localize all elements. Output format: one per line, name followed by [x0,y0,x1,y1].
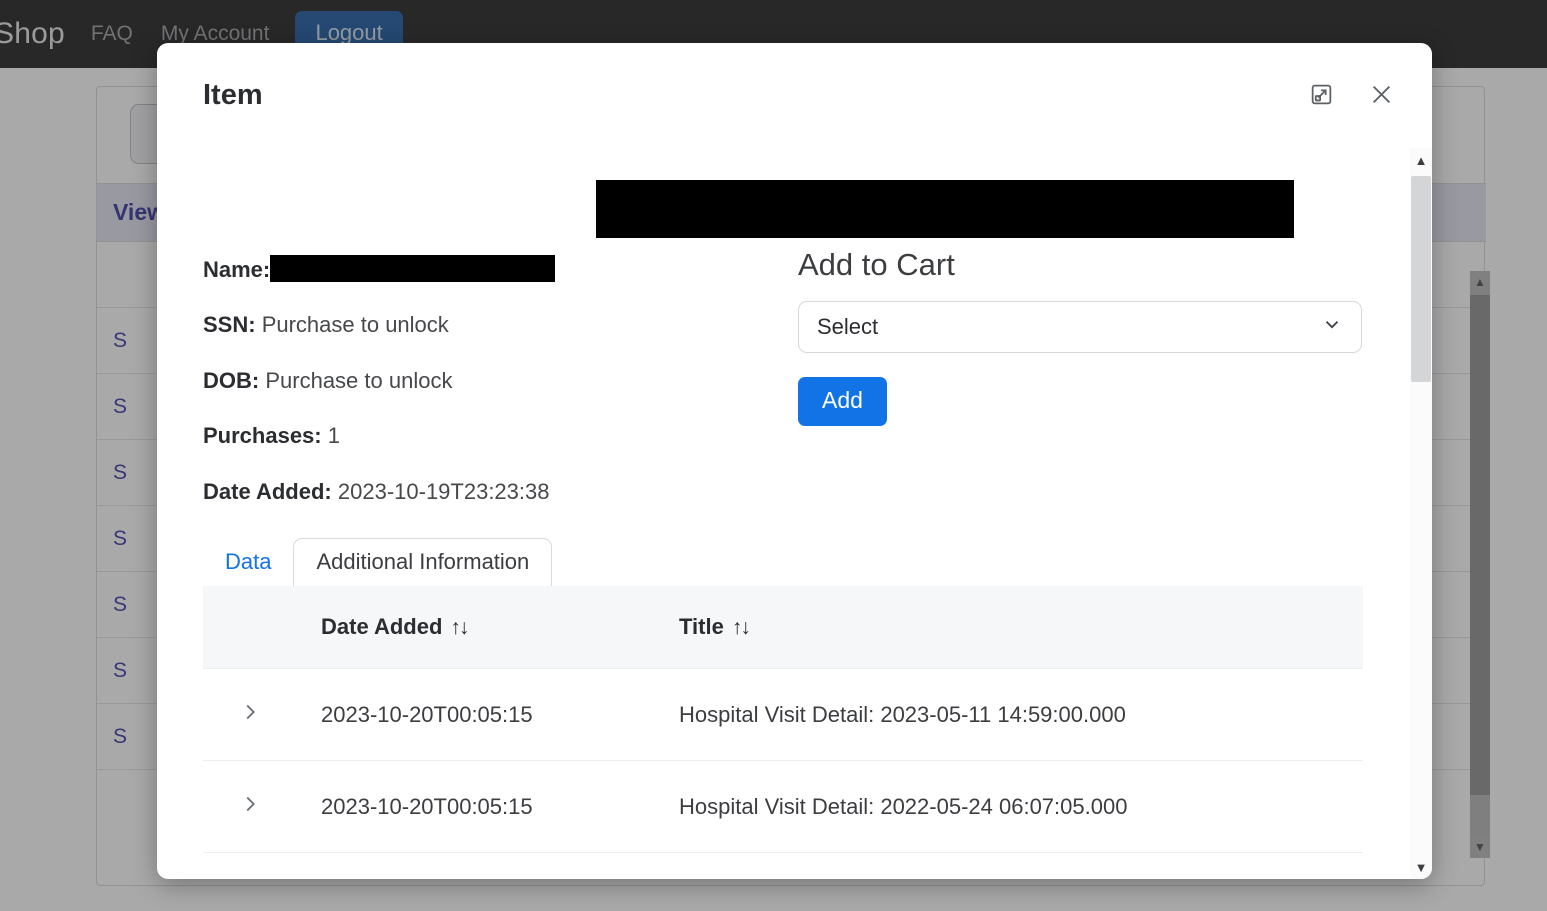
cell-date-added: 2023-10-20T00:05:15 [321,760,679,853]
detail-label-dob: DOB: [203,367,260,393]
table-row[interactable]: 2023-10-20T00:05:15Hospital Visit Detail… [203,852,1363,879]
cart-select-value: Select [817,314,879,339]
modal-scrollbar-down-arrow[interactable]: ▼ [1410,855,1432,879]
add-to-cart-button[interactable]: Add [798,377,887,426]
modal-header: Item [157,43,1432,135]
modal-scrollbar[interactable]: ▲ ▼ [1410,148,1432,879]
close-icon[interactable] [1364,77,1398,111]
add-to-cart-panel: Add to Cart Select Add [798,247,1364,426]
detail-row-name: Name: [203,255,633,283]
detail-label-ssn: SSN: [203,312,256,338]
cart-select[interactable]: Select [798,301,1362,353]
detail-value-date-added: 2023-10-19T23:23:38 [337,478,550,504]
expand-icon[interactable] [1304,77,1338,111]
modal-header-actions [1304,77,1398,111]
data-col-date-added-label: Date Added [321,614,443,639]
sort-icon-title[interactable]: ↑↓ [732,616,751,640]
detail-row-ssn: SSN: Purchase to unlock [203,312,633,338]
modal-scrollbar-thumb[interactable] [1411,176,1431,382]
chevron-down-icon [1321,313,1343,341]
table-row[interactable]: 2023-10-20T00:05:15Hospital Visit Detail… [203,668,1363,761]
detail-row-date-added: Date Added: 2023-10-19T23:23:38 [203,479,633,505]
sort-icon-date-added[interactable]: ↑↓ [450,616,469,640]
chevron-right-icon[interactable] [203,668,321,761]
data-col-title-label: Title [679,614,724,639]
tab-data[interactable]: Data [203,539,293,586]
chevron-right-icon[interactable] [203,760,321,853]
name-redaction-bar [270,255,556,282]
data-col-title[interactable]: Title ↑↓ [679,586,1363,669]
detail-value-dob: Purchase to unlock [265,367,453,393]
item-detail-list: Name: SSN: Purchase to unlock DOB: Purch… [203,255,633,534]
modal-body: Name: SSN: Purchase to unlock DOB: Purch… [157,135,1432,879]
detail-label-name: Name: [203,257,271,282]
item-modal: Item Name: SSN: Purchase to unlock DOB: … [157,43,1432,879]
cell-title: Hospital Visit Detail: 2022-05-24 06:07:… [679,760,1363,853]
detail-label-date-added: Date Added: [203,478,332,504]
detail-value-ssn: Purchase to unlock [261,312,449,338]
data-table-body: 2023-10-20T00:05:15 Hospital Visit Detail… [203,668,1363,879]
title-redaction-bar [596,180,1294,238]
data-table-head: Date Added ↑↓ Title ↑↓ [203,586,1363,669]
data-table-header-row: Date Added ↑↓ Title ↑↓ [203,586,1363,669]
chevron-right-icon[interactable] [203,852,321,879]
modal-title: Item [203,79,263,111]
data-col-expand [203,586,321,669]
table-row[interactable]: 2023-10-20T00:05:15Hospital Visit Detail… [203,760,1363,853]
cell-title: Hospital Visit Detail: 2023-05-11 14:59:… [679,668,1363,761]
cell-date-added: 2023-10-20T00:05:15 [321,852,679,879]
modal-scrollbar-up-arrow[interactable]: ▲ [1410,148,1432,172]
tab-additional-information[interactable]: Additional Information [293,538,553,587]
cell-title: Hospital Visit Detail: 2021-08-25 07:01:… [679,852,1363,879]
additional-information-table: Date Added ↑↓ Title ↑↓ 2023-10-20T00:05:15… [203,586,1363,879]
modal-tabs: Data Additional Information [203,533,1383,587]
cell-date-added: 2023-10-20T00:05:15 [321,668,679,761]
detail-label-purchases: Purchases: [203,423,322,449]
data-col-date-added[interactable]: Date Added ↑↓ [321,586,679,669]
detail-row-purchases: Purchases: 1 [203,423,633,449]
detail-value-purchases: 1 [327,423,340,449]
detail-row-dob: DOB: Purchase to unlock [203,368,633,394]
add-to-cart-heading: Add to Cart [798,247,955,282]
